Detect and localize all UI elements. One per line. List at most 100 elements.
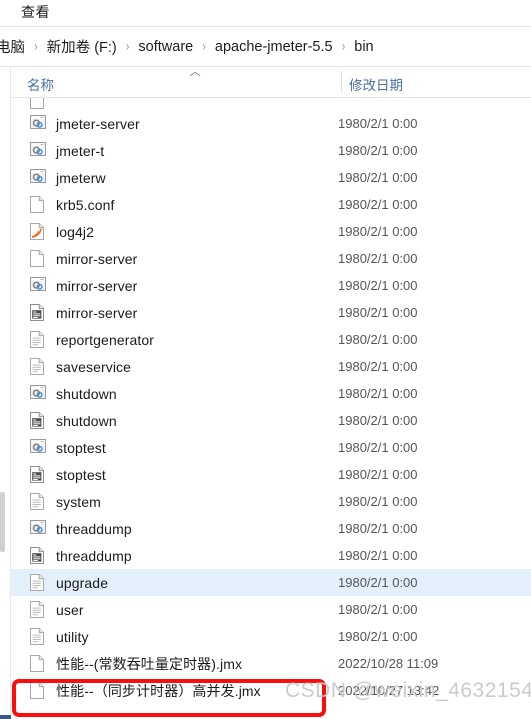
- file-date-modified: 1980/2/1 0:00: [338, 386, 418, 401]
- script-icon: [30, 276, 46, 295]
- file-row[interactable]: user 1980/2/1 0:00: [11, 596, 531, 623]
- breadcrumb-item-volume-f[interactable]: 新加卷 (F:): [45, 36, 119, 57]
- file-row[interactable]: reportgenerator 1980/2/1 0:00: [11, 326, 531, 353]
- blank-document-icon: [30, 681, 46, 700]
- script-icon: [30, 384, 46, 403]
- file-date-modified: 1980/2/1 0:00: [338, 305, 418, 320]
- file-date-modified: 1980/2/1 0:00: [338, 602, 418, 617]
- xml-feed-icon: [30, 222, 46, 241]
- document-icon: [30, 98, 46, 110]
- file-name: threaddump: [56, 547, 132, 564]
- file-name: mirror-server: [56, 250, 138, 267]
- file-name: utility: [56, 628, 89, 645]
- file-row[interactable]: jmeter-t 1980/2/1 0:00: [11, 137, 531, 164]
- breadcrumb-item-this-pc[interactable]: 电脑: [0, 36, 27, 57]
- file-name: mirror-server: [56, 304, 138, 321]
- column-header-date-modified[interactable]: 修改日期: [349, 74, 403, 94]
- file-row[interactable]: threaddump 1980/2/1 0:00: [11, 515, 531, 542]
- file-name: upgrade: [56, 574, 109, 591]
- text-document-icon: [30, 330, 46, 349]
- file-explorer-window: 查看 电脑 › 新加卷 (F:) › software › apache-jme…: [0, 0, 531, 719]
- file-name: stoptest: [56, 466, 106, 483]
- file-name: 性能--(常数吞吐量定时器).jmx: [56, 655, 243, 672]
- file-date-modified: 1980/2/1 0:00: [338, 413, 418, 428]
- file-row[interactable]: upgrade 1980/2/1 0:00: [11, 569, 531, 596]
- tab-view[interactable]: 查看: [21, 2, 50, 22]
- file-date-modified: 1980/2/1 0:00: [338, 224, 418, 239]
- navigation-pane-scrollbar[interactable]: [0, 492, 5, 552]
- file-row[interactable]: system 1980/2/1 0:00: [11, 488, 531, 515]
- file-date-modified: 1980/2/1 0:00: [338, 521, 418, 536]
- ribbon-tab-strip: 查看: [0, 0, 531, 26]
- file-row[interactable]: shutdown 1980/2/1 0:00: [11, 407, 531, 434]
- file-date-modified: 1980/2/1 0:00: [338, 278, 418, 293]
- file-date-modified: 1980/2/1 0:00: [338, 116, 418, 131]
- file-row[interactable]: shutdown 1980/2/1 0:00: [11, 380, 531, 407]
- file-name: saveservice: [56, 358, 132, 375]
- chevron-right-icon: ›: [202, 39, 206, 54]
- file-name: shutdown: [56, 412, 117, 429]
- file-list: jmeter-server 1980/2/1 0:00 jmeter-t 1980/2…: [11, 98, 531, 719]
- breadcrumb-item-software[interactable]: software: [136, 39, 195, 55]
- file-name: 性能--（同步计时器）高并发.jmx: [56, 682, 261, 699]
- text-document-icon: [30, 357, 46, 376]
- file-name: threaddump: [56, 520, 132, 537]
- file-row[interactable]: log4j2 1980/2/1 0:00: [11, 218, 531, 245]
- file-name: jmeter-t: [56, 142, 105, 159]
- file-name: shutdown: [56, 385, 117, 402]
- file-row[interactable]: jmeter-server 1980/2/1 0:00: [11, 110, 531, 137]
- file-date-modified: 1980/2/1 0:00: [338, 548, 418, 563]
- blank-document-icon: [30, 249, 46, 268]
- file-row[interactable]: threaddump 1980/2/1 0:00: [11, 542, 531, 569]
- breadcrumb-item-jmeter[interactable]: apache-jmeter-5.5: [213, 39, 335, 55]
- file-row[interactable]: jmeterw 1980/2/1 0:00: [11, 164, 531, 191]
- script-icon: [30, 519, 46, 538]
- file-name: jmeter-server: [56, 115, 140, 132]
- file-row[interactable]: utility 1980/2/1 0:00: [11, 623, 531, 650]
- blank-document-icon: [30, 195, 46, 214]
- chevron-right-icon: ›: [341, 39, 346, 54]
- file-date-modified: 1980/2/1 0:00: [338, 359, 418, 374]
- script-icon: [30, 168, 46, 187]
- config-document-icon: [30, 465, 46, 484]
- file-row[interactable]: krb5.conf 1980/2/1 0:00: [11, 191, 531, 218]
- file-date-modified: 2022/10/27 13:42: [338, 683, 440, 698]
- file-row[interactable]: 性能--(常数吞吐量定时器).jmx 2022/10/28 11:09: [11, 650, 531, 677]
- column-header-name[interactable]: 名称: [27, 74, 54, 94]
- column-divider[interactable]: [341, 71, 342, 93]
- address-bar[interactable]: 电脑 › 新加卷 (F:) › software › apache-jmeter…: [0, 27, 531, 66]
- file-name: system: [56, 493, 101, 510]
- file-row[interactable]: saveservice 1980/2/1 0:00: [11, 353, 531, 380]
- sort-ascending-icon: ︿: [189, 66, 201, 78]
- file-date-modified: 1980/2/1 0:00: [338, 170, 418, 185]
- column-header-bar: 名称 ︿ 修改日期: [11, 67, 531, 97]
- config-document-icon: [30, 411, 46, 430]
- config-document-icon: [30, 546, 46, 565]
- config-document-icon: [30, 303, 46, 322]
- file-name: mirror-server: [56, 277, 138, 294]
- file-date-modified: 1980/2/1 0:00: [338, 575, 418, 590]
- text-document-icon: [30, 600, 46, 619]
- file-row[interactable]: mirror-server 1980/2/1 0:00: [11, 299, 531, 326]
- file-row[interactable]: stoptest 1980/2/1 0:00: [11, 434, 531, 461]
- file-name: jmeterw: [56, 169, 106, 186]
- file-date-modified: 1980/2/1 0:00: [338, 197, 418, 212]
- file-date-modified: 2022/10/28 11:09: [338, 656, 439, 671]
- file-row[interactable]: stoptest 1980/2/1 0:00: [11, 461, 531, 488]
- file-date-modified: 1980/2/1 0:00: [338, 467, 418, 482]
- breadcrumb-item-bin[interactable]: bin: [352, 39, 375, 55]
- file-row[interactable]: mirror-server 1980/2/1 0:00: [11, 245, 531, 272]
- file-date-modified: 1980/2/1 0:00: [338, 494, 418, 509]
- text-document-icon: [30, 627, 46, 646]
- text-document-icon: [30, 573, 46, 592]
- file-name: log4j2: [56, 223, 94, 240]
- script-icon: [30, 438, 46, 457]
- file-date-modified: 1980/2/1 0:00: [338, 251, 418, 266]
- file-date-modified: 1980/2/1 0:00: [338, 440, 418, 455]
- file-row[interactable]: mirror-server 1980/2/1 0:00: [11, 272, 531, 299]
- file-row[interactable]: 性能--（同步计时器）高并发.jmx 2022/10/27 13:42: [11, 677, 531, 704]
- script-icon: [30, 114, 46, 133]
- file-name: stoptest: [56, 439, 106, 456]
- file-row[interactable]: [11, 98, 531, 110]
- chevron-right-icon: ›: [34, 39, 38, 54]
